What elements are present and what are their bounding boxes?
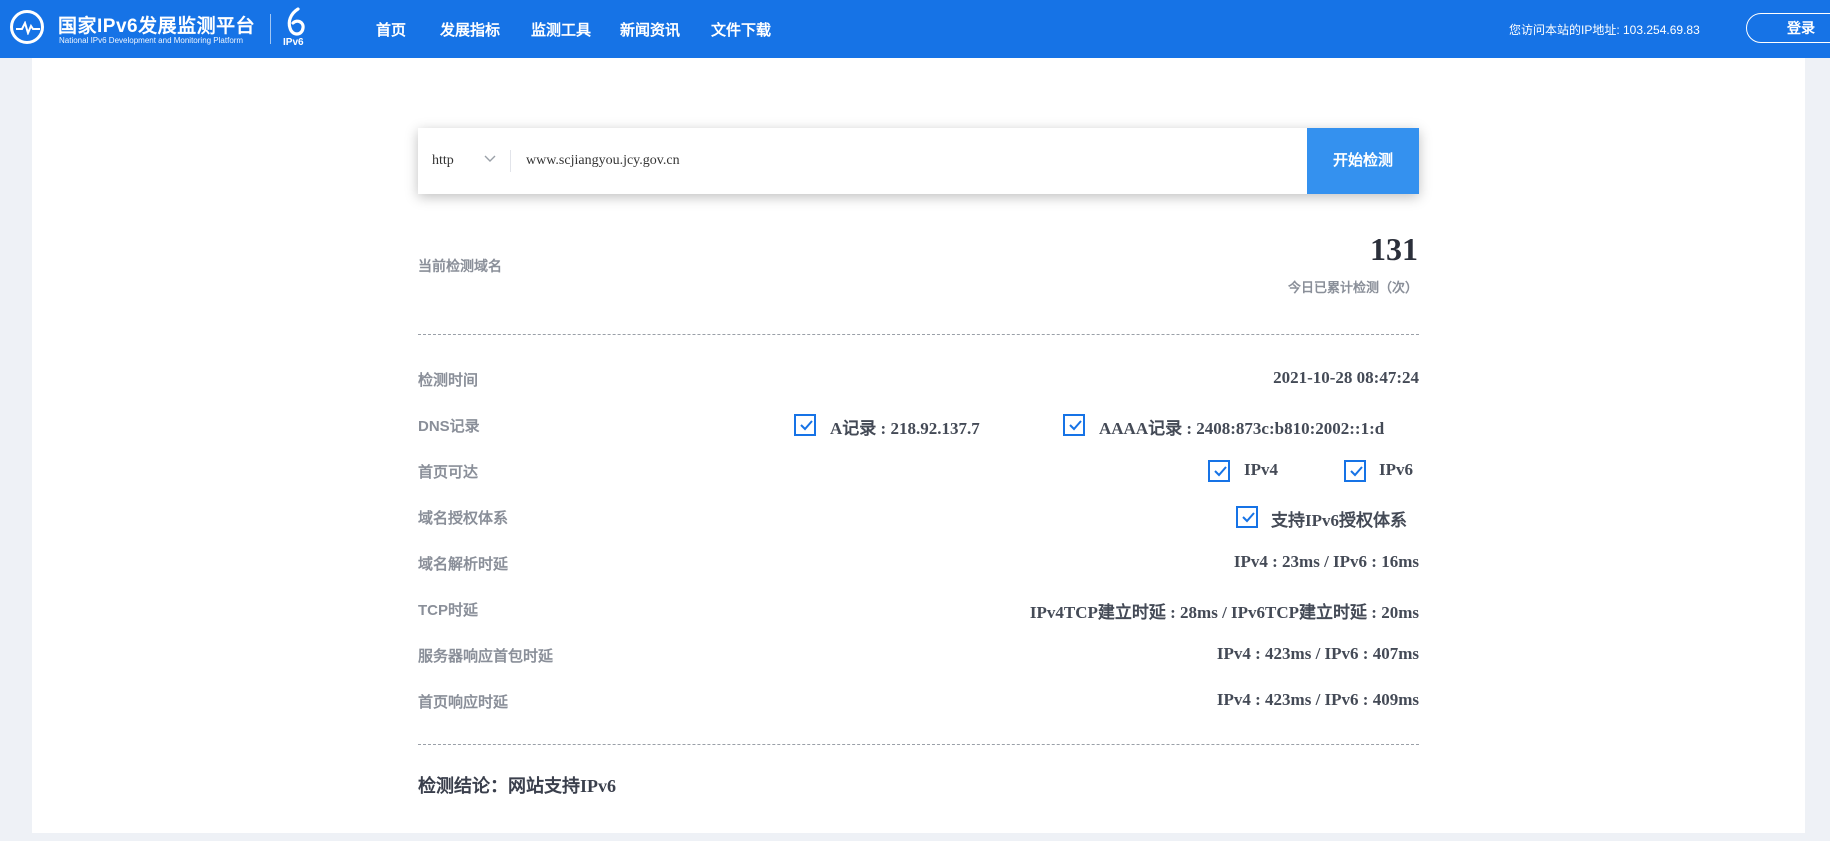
nav-home[interactable]: 首页	[376, 19, 406, 40]
server-response-label: 服务器响应首包时延	[418, 648, 554, 665]
detection-time-label: 检测时间	[418, 372, 479, 389]
aaaa-record-value: AAAA记录 : 2408:873c:b810:2002::1:d	[1099, 419, 1385, 438]
checkbox-checked-icon	[1069, 420, 1082, 431]
brand-divider	[270, 14, 271, 44]
a-record-checkbox	[794, 414, 816, 436]
login-button[interactable]: 登录	[1746, 13, 1830, 43]
ipv6-badge-label: IPv6	[283, 37, 304, 48]
nav-monitoring-tools[interactable]: 监测工具	[531, 19, 591, 40]
domain-input[interactable]	[526, 146, 1166, 176]
nav-development-indicators[interactable]: 发展指标	[440, 19, 500, 40]
brand-title[interactable]: 国家IPv6发展监测平台	[58, 11, 255, 38]
domain-auth-label: 域名授权体系	[418, 510, 509, 527]
protocol-select-value: http	[432, 153, 454, 168]
divider-top	[418, 334, 1419, 335]
aaaa-record-checkbox	[1063, 414, 1085, 436]
top-navigation-bar: 国家IPv6发展监测平台 National IPv6 Development a…	[0, 0, 1830, 58]
current-domain-label: 当前检测域名	[418, 258, 502, 274]
nav-news[interactable]: 新闻资讯	[620, 19, 680, 40]
dns-resolve-latency-value: IPv4 : 23ms / IPv6 : 16ms	[1233, 552, 1419, 571]
checkbox-checked-icon	[1242, 512, 1255, 523]
platform-logo-icon[interactable]	[10, 10, 44, 44]
dns-resolve-latency-label: 域名解析时延	[418, 556, 509, 573]
brand-subtitle: National IPv6 Development and Monitoring…	[59, 36, 244, 45]
dns-record-label: DNS记录	[418, 418, 480, 435]
ipv6-reach-text: IPv6	[1379, 460, 1413, 479]
server-response-value: IPv4 : 423ms / IPv6 : 407ms	[1216, 644, 1419, 663]
visitor-ip-text: 您访问本站的IP地址: 103.254.69.83	[1509, 23, 1700, 37]
today-count-caption: 今日已累计检测（次）	[1287, 280, 1418, 295]
domain-auth-checkbox	[1236, 506, 1258, 528]
ipv6-reach-checkbox	[1344, 460, 1366, 482]
divider-bottom	[418, 744, 1419, 745]
checkbox-checked-icon	[1350, 466, 1363, 477]
select-divider	[510, 150, 511, 172]
chevron-down-icon[interactable]	[484, 155, 496, 163]
tcp-latency-value: IPv4TCP建立时延 : 28ms / IPv6TCP建立时延 : 20ms	[1029, 603, 1419, 622]
homepage-response-label: 首页响应时延	[418, 694, 509, 711]
checkbox-checked-icon	[1214, 466, 1227, 477]
today-count-value: 131	[1370, 231, 1418, 267]
ipv4-reach-text: IPv4	[1244, 460, 1278, 479]
tcp-latency-label: TCP时延	[418, 602, 479, 619]
detection-time-value: 2021-10-28 08:47:24	[1273, 368, 1419, 387]
domain-auth-value: 支持IPv6授权体系	[1271, 511, 1407, 530]
ipv4-reach-checkbox	[1208, 460, 1230, 482]
search-bar: http 开始检测	[418, 128, 1419, 194]
protocol-select[interactable]: http	[432, 128, 454, 194]
a-record-value: A记录 : 218.92.137.7	[830, 419, 980, 438]
checkbox-checked-icon	[800, 420, 813, 431]
homepage-reach-label: 首页可达	[418, 464, 479, 481]
start-detection-button[interactable]: 开始检测	[1307, 128, 1419, 194]
nav-file-download[interactable]: 文件下载	[711, 19, 771, 40]
detection-conclusion: 检测结论：网站支持IPv6	[418, 776, 616, 796]
homepage-response-value: IPv4 : 423ms / IPv6 : 409ms	[1216, 690, 1419, 709]
